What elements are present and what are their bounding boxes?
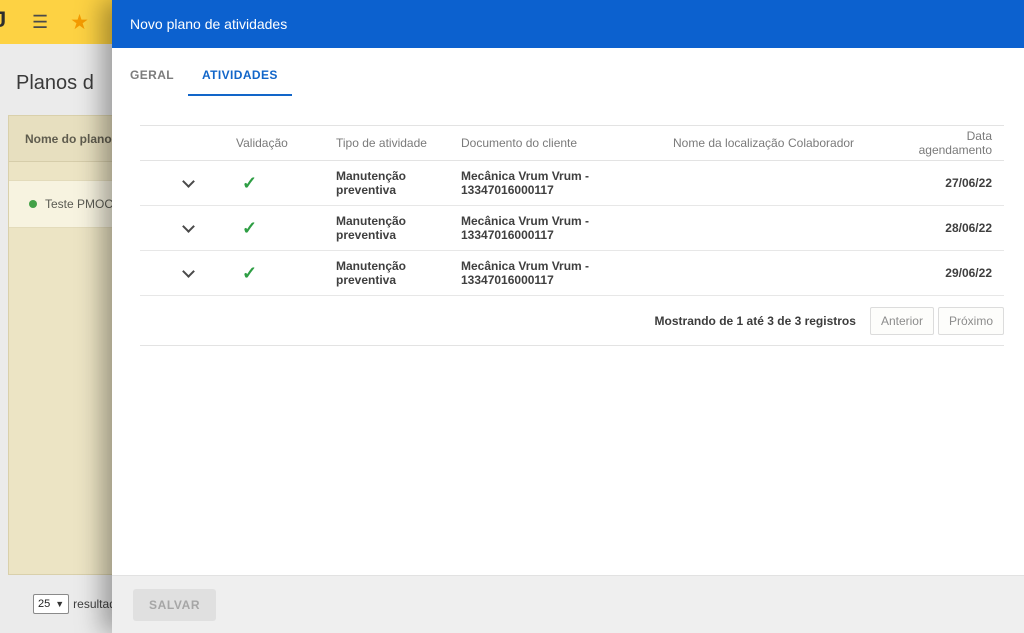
col-colaborador: Colaborador [788, 136, 855, 150]
page-size-select[interactable]: 25 ▼ [33, 594, 70, 614]
cell-tipo: Manutenção preventiva [336, 169, 407, 197]
records-summary: Mostrando de 1 até 3 de 3 registros [654, 313, 856, 328]
table-row: ✓ Manutenção preventiva Mecânica Vrum Vr… [140, 251, 1004, 296]
expand-row-button[interactable] [140, 264, 236, 278]
expand-row-button[interactable] [140, 174, 236, 188]
next-page-button[interactable]: Próximo [937, 306, 1004, 335]
table-header-row: Validação Tipo de atividade Documento do… [140, 125, 1004, 161]
new-activity-plan-modal: Novo plano de atividades GERAL ATIVIDADE… [112, 0, 1024, 633]
col-documento: Documento do cliente [461, 136, 578, 150]
cell-documento: Mecânica Vrum Vrum - 13347016000117 [461, 169, 590, 197]
validation-check-icon: ✓ [242, 217, 258, 238]
cell-data-agendamento: 27/06/22 [945, 176, 992, 190]
col-localizacao: Nome da localização [673, 136, 785, 150]
list-menu-icon[interactable]: ☰ [32, 13, 48, 31]
activities-table: Validação Tipo de atividade Documento do… [140, 125, 1004, 346]
validation-check-icon: ✓ [242, 172, 258, 193]
chevron-down-icon [181, 219, 195, 233]
expand-row-button[interactable] [140, 219, 236, 233]
validation-check-icon: ✓ [242, 262, 258, 283]
page-size-value: 25 [38, 598, 51, 610]
app-logo: J [0, 7, 7, 32]
status-dot-icon [29, 200, 37, 208]
chevron-down-icon [181, 264, 195, 278]
modal-header: Novo plano de atividades [112, 0, 1024, 48]
modal-tabbar: GERAL ATIVIDADES [112, 58, 1024, 97]
pagination: Anterior Próximo [869, 306, 1004, 335]
cell-documento: Mecânica Vrum Vrum - 13347016000117 [461, 214, 590, 242]
col-tipo: Tipo de atividade [336, 136, 427, 150]
cell-data-agendamento: 29/06/22 [945, 266, 992, 280]
plan-row-label: Teste PMOC [45, 197, 114, 211]
chevron-down-icon: ▼ [55, 599, 65, 609]
previous-page-button[interactable]: Anterior [869, 306, 934, 335]
cell-data-agendamento: 28/06/22 [945, 221, 992, 235]
modal-footer: SALVAR [112, 575, 1024, 633]
cell-documento: Mecânica Vrum Vrum - 13347016000117 [461, 259, 590, 287]
cell-tipo: Manutenção preventiva [336, 259, 407, 287]
table-row: ✓ Manutenção preventiva Mecânica Vrum Vr… [140, 161, 1004, 206]
page-size-bar: 25 ▼ resultado [0, 575, 123, 633]
cell-tipo: Manutenção preventiva [336, 214, 407, 242]
modal-body-spacer [112, 346, 1024, 575]
tab-atividades[interactable]: ATIVIDADES [188, 58, 292, 96]
table-row: ✓ Manutenção preventiva Mecânica Vrum Vr… [140, 206, 1004, 251]
chevron-down-icon [181, 174, 195, 188]
page-title: Planos d [16, 72, 94, 94]
table-footer: Mostrando de 1 até 3 de 3 registros Ante… [140, 296, 1004, 346]
tab-geral[interactable]: GERAL [116, 58, 188, 96]
modal-title: Novo plano de atividades [130, 16, 288, 32]
save-button[interactable]: SALVAR [133, 588, 217, 621]
star-icon[interactable]: ★ [70, 12, 89, 33]
col-data-agendamento: Data agendamento [918, 129, 992, 157]
col-validacao: Validação [236, 136, 288, 150]
